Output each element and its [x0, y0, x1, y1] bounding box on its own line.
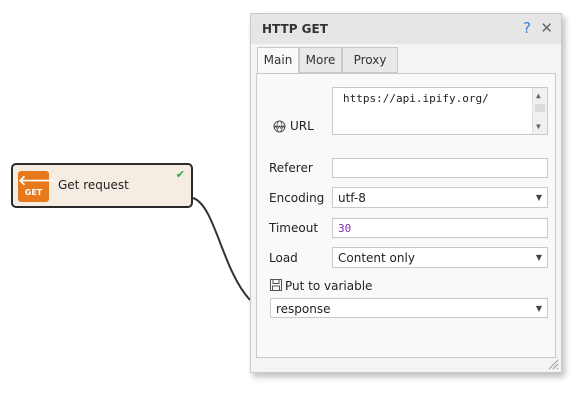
arrow-left-icon: 🡐: [18, 173, 56, 189]
variable-value: response: [276, 302, 331, 316]
url-label: URL: [290, 119, 314, 133]
tab-more[interactable]: More: [299, 47, 342, 73]
www-globe-icon: www: [271, 120, 288, 136]
close-button[interactable]: ✕: [540, 19, 553, 37]
timeout-value: 30: [338, 222, 352, 235]
scroll-thumb[interactable]: [535, 104, 545, 112]
tab-main[interactable]: Main: [257, 47, 299, 74]
get-icon-label: GET: [24, 188, 43, 197]
encoding-label: Encoding: [269, 191, 325, 205]
load-value: Content only: [338, 251, 415, 265]
tab-proxy[interactable]: Proxy: [342, 47, 398, 73]
encoding-select[interactable]: utf-8 ▼: [332, 187, 548, 208]
http-get-panel: HTTP GET ? ✕ Main More Proxy www URL htt…: [250, 13, 562, 373]
url-scrollbar[interactable]: ▲ ▼: [532, 88, 547, 134]
referer-input[interactable]: [332, 158, 548, 178]
timeout-input[interactable]: 30: [332, 218, 548, 238]
scroll-up-icon[interactable]: ▲: [536, 91, 541, 100]
resize-grip-icon[interactable]: [547, 358, 559, 370]
chevron-down-icon: ▼: [535, 253, 542, 262]
get-request-node[interactable]: 🡐 GET Get request ✔: [11, 163, 193, 208]
load-select[interactable]: Content only ▼: [332, 247, 548, 268]
panel-header[interactable]: HTTP GET ? ✕: [251, 14, 561, 44]
floppy-disk-icon: [270, 279, 282, 294]
chevron-down-icon: ▼: [535, 193, 542, 202]
encoding-value: utf-8: [338, 191, 366, 205]
put-to-variable-label: Put to variable: [285, 279, 373, 293]
node-title: Get request: [58, 178, 129, 192]
scroll-down-icon[interactable]: ▼: [536, 122, 541, 131]
help-button[interactable]: ?: [523, 19, 531, 37]
get-action-icon: 🡐 GET: [18, 171, 56, 202]
variable-select[interactable]: response ▼: [270, 298, 548, 318]
chevron-down-icon: ▼: [535, 304, 542, 313]
url-input[interactable]: https://api.ipify.org/ ▲ ▼: [332, 87, 548, 135]
check-icon: ✔: [175, 168, 185, 181]
load-label: Load: [269, 251, 298, 265]
panel-title: HTTP GET: [262, 22, 328, 36]
timeout-label: Timeout: [269, 221, 319, 235]
main-tab-content: www URL https://api.ipify.org/ ▲ ▼ Refer…: [256, 73, 556, 358]
referer-label: Referer: [269, 161, 313, 175]
url-value: https://api.ipify.org/: [343, 92, 489, 105]
svg-text:www: www: [273, 125, 285, 131]
